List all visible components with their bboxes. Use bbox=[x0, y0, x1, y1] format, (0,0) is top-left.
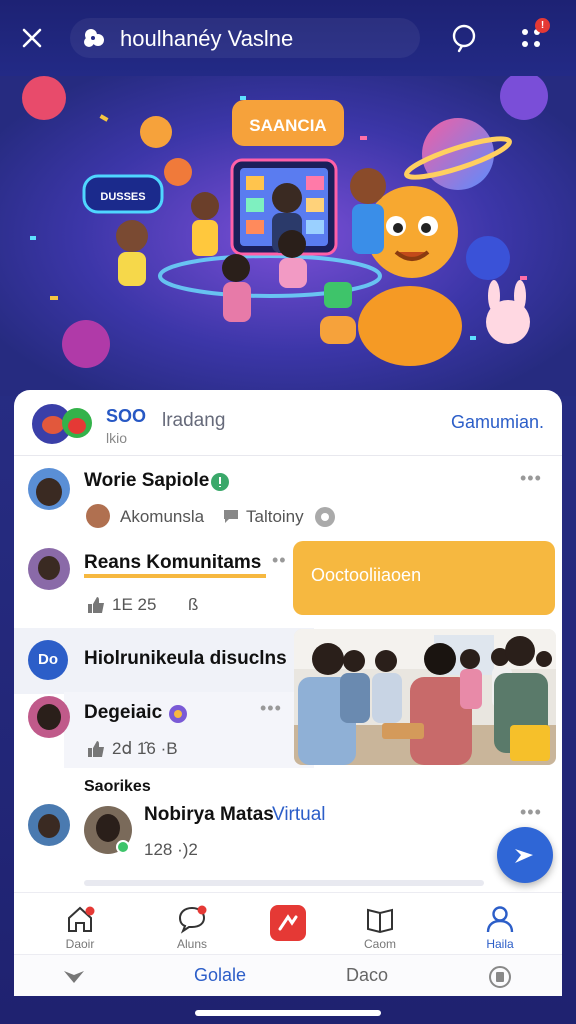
tab-messages[interactable]: Aluns bbox=[142, 893, 242, 955]
tab-discover[interactable]: Caom bbox=[330, 893, 430, 955]
compose-fab[interactable] bbox=[497, 827, 553, 883]
like-icon[interactable] bbox=[86, 596, 106, 614]
brand-logo-text: SOO bbox=[106, 406, 147, 426]
avatar bbox=[62, 408, 92, 438]
post-item[interactable]: Worie Sapiole ••• Akomunsla Taltoiny bbox=[14, 462, 562, 540]
chat-icon bbox=[178, 905, 207, 934]
more-options-icon[interactable]: •• bbox=[272, 550, 287, 571]
overview-icon[interactable] bbox=[488, 965, 512, 989]
search-icon[interactable] bbox=[448, 22, 480, 54]
post-author: Worie Sapiole bbox=[84, 470, 210, 491]
settings-icon[interactable] bbox=[314, 506, 336, 528]
secondary-nav-bar: Golale Daco bbox=[14, 954, 562, 996]
back-icon[interactable] bbox=[62, 965, 86, 987]
author-underline bbox=[84, 574, 266, 578]
profile-icon bbox=[486, 906, 514, 933]
menu-button[interactable]: ! bbox=[516, 18, 550, 54]
like-count: 1E 25 bbox=[112, 595, 157, 614]
avatar bbox=[28, 696, 70, 738]
book-icon bbox=[367, 908, 393, 934]
send-icon bbox=[515, 849, 533, 863]
app-title: houlhanéy Vaslne bbox=[120, 26, 294, 51]
avatar bbox=[28, 804, 70, 846]
tab-label: Daoir bbox=[65, 937, 95, 951]
tab-label: Aluns bbox=[176, 937, 208, 951]
post-stats: 2ⅾ 1̂6 ·B bbox=[112, 739, 178, 758]
nav-center-link[interactable]: Golale bbox=[194, 965, 246, 986]
top-app-bar: houlhanéy Vaslne ! bbox=[0, 0, 576, 76]
hero-bubble-text: DUSSES bbox=[100, 191, 145, 203]
app-title-pill[interactable]: houlhanéy Vaslne bbox=[70, 18, 420, 58]
community-link[interactable]: Gamumian. bbox=[451, 412, 544, 433]
more-options-icon[interactable]: ••• bbox=[520, 802, 542, 823]
tab-profile[interactable]: Haila bbox=[450, 893, 550, 955]
feed-header-subtitle: lkio bbox=[106, 430, 128, 446]
post-meta: Taltoiny bbox=[246, 507, 304, 526]
app-logo-icon bbox=[84, 29, 104, 47]
post-badge: Do bbox=[28, 640, 68, 680]
more-options-icon[interactable]: ••• bbox=[260, 698, 282, 719]
post-author-accent: Virtual bbox=[272, 804, 326, 825]
tab-label: Haila bbox=[486, 937, 514, 951]
post-author: Hiolrunikeula disuclns bbox=[84, 648, 287, 669]
more-options-icon[interactable]: ••• bbox=[520, 468, 542, 489]
nav-right-link[interactable]: Daco bbox=[346, 965, 388, 986]
section-label: Saorikes bbox=[84, 778, 151, 795]
post-author: Reans Komunitams bbox=[84, 552, 262, 573]
create-post-icon bbox=[270, 905, 306, 941]
comment-icon[interactable] bbox=[222, 508, 240, 524]
home-icon bbox=[68, 906, 95, 932]
feed-header: SOO lradang lkio Gamumian. bbox=[14, 390, 562, 456]
post-item[interactable]: Nobirya Matas Virtual ••• 128 ·)2 bbox=[14, 798, 562, 886]
online-indicator bbox=[116, 840, 130, 854]
post-author: Nobirya Matas bbox=[144, 804, 274, 825]
feed-header-title: lradang bbox=[162, 410, 226, 431]
bottom-tab-bar: Daoir Aluns Caom Haila bbox=[14, 892, 562, 954]
post-stats: 128 ·)2 bbox=[144, 840, 198, 859]
post-meta: Akomunsla bbox=[120, 507, 205, 526]
scroll-hint-bar bbox=[84, 880, 484, 886]
avatar bbox=[28, 548, 70, 590]
hero-sign-text: SAANCIA bbox=[249, 116, 326, 135]
post-photo[interactable] bbox=[294, 629, 556, 765]
verified-icon bbox=[169, 705, 187, 723]
promo-banner[interactable]: Ooctooliiaoen bbox=[293, 541, 555, 615]
verified-icon bbox=[211, 473, 229, 491]
tab-create[interactable] bbox=[238, 893, 338, 955]
like-icon[interactable] bbox=[86, 740, 106, 758]
avatar bbox=[28, 468, 70, 510]
promo-banner-text: Ooctooliiaoen bbox=[311, 565, 422, 585]
hero-illustration: SAANCIA DUSSES bbox=[0, 76, 576, 396]
post-author: Degeiaic bbox=[84, 702, 163, 723]
tab-home[interactable]: Daoir bbox=[30, 893, 130, 955]
tab-label: Caom bbox=[363, 937, 396, 951]
close-icon[interactable] bbox=[16, 22, 48, 54]
home-indicator[interactable] bbox=[195, 1010, 381, 1016]
post-extra: ß bbox=[188, 595, 199, 614]
notification-badge: ! bbox=[535, 18, 550, 33]
avatar bbox=[86, 504, 110, 528]
